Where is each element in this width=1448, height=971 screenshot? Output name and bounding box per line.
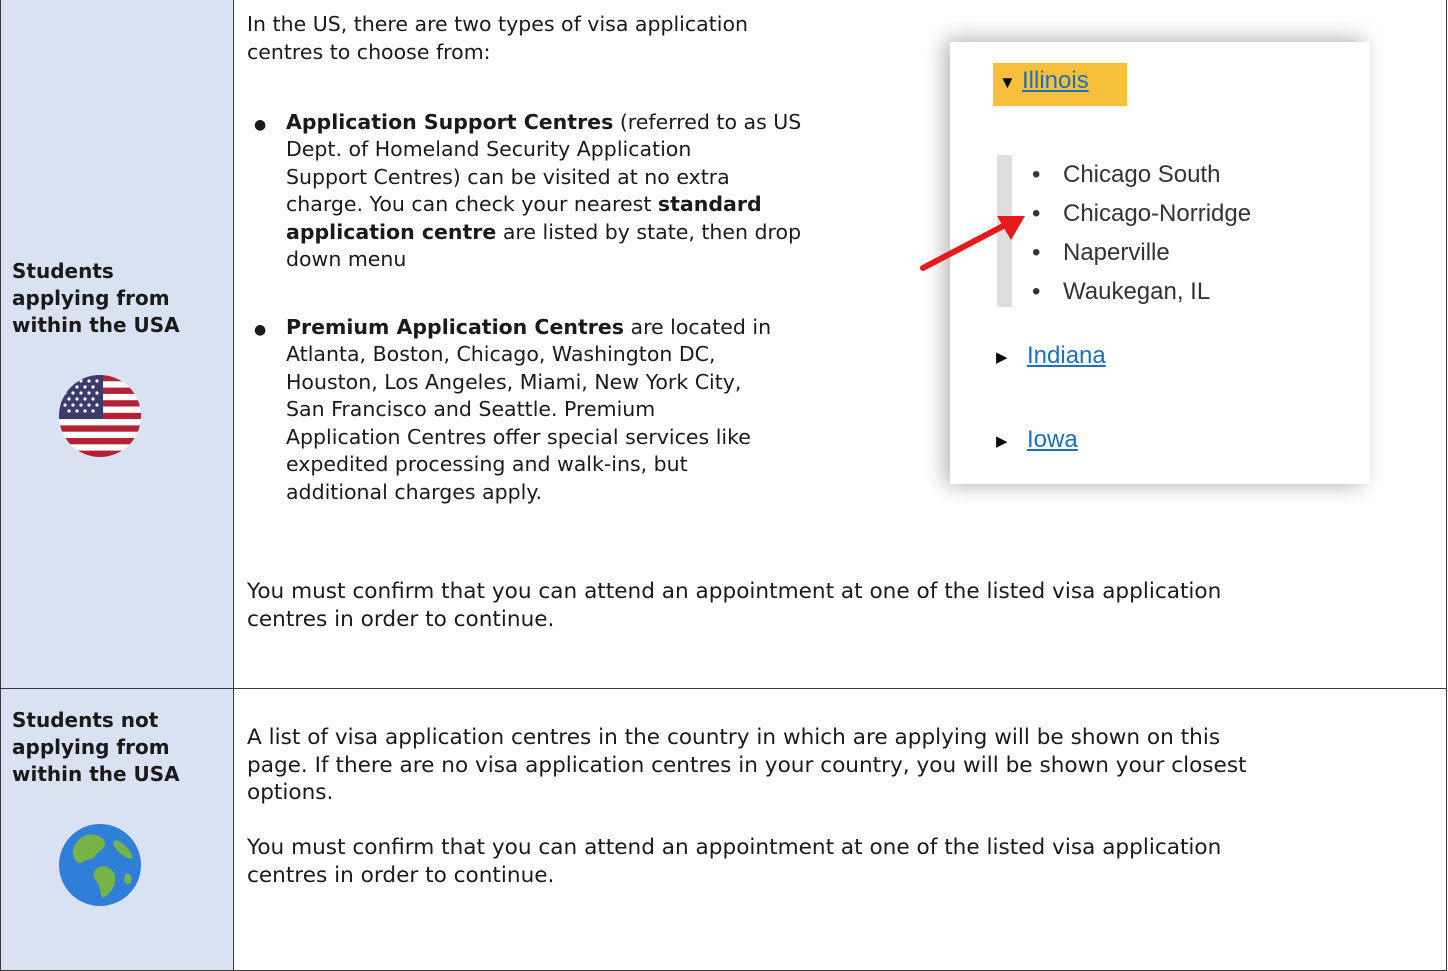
row-content-non-usa: A list of visa application centres in th… (233, 688, 1447, 971)
bullet1-bold-centre: application centre (286, 220, 497, 244)
label-line: applying from (12, 735, 170, 759)
para-line: A list of visa application centres in th… (247, 725, 1221, 750)
intro-line: centres to choose from: (247, 40, 491, 64)
bullet1-rest: (referred to as US (613, 110, 802, 134)
confirm-line: centres in order to continue. (247, 607, 555, 632)
centre-item: Chicago-Norridge (1032, 194, 1251, 233)
us-flag-icon (59, 375, 141, 457)
triangle-right-icon: ▶ (996, 433, 1008, 450)
label-line: Students not (12, 708, 159, 732)
bullet2-line: Atlanta, Boston, Chicago, Washington DC, (286, 342, 716, 366)
bullet2-first-line: Premium Application Centres are located … (286, 314, 771, 341)
centre-item: Waukegan, IL (1032, 272, 1251, 311)
bullet2-line: additional charges apply. (286, 480, 543, 504)
triangle-right-icon: ▶ (996, 349, 1008, 366)
centre-item: Naperville (1032, 233, 1251, 272)
iowa-link[interactable]: Iowa (1027, 426, 1078, 454)
bullet1-first-line: Application Support Centres (referred to… (286, 109, 801, 136)
bullet2-line: expedited processing and walk-ins, but (286, 452, 688, 476)
confirm-line: You must confirm that you can attend an … (247, 835, 1222, 860)
bullet1-line: charge. You can check your nearest (286, 192, 658, 216)
confirm-line: centres in order to continue. (247, 863, 555, 888)
row-label-non-usa: Students not applying from within the US… (0, 688, 234, 971)
bullet1-line: Support Centres) can be visited at no ex… (286, 165, 730, 189)
label-line: within the USA (12, 762, 180, 786)
bullet1-bold-standard: standard (657, 192, 762, 216)
label-line: within the USA (12, 313, 180, 337)
centre-item: Chicago South (1032, 155, 1251, 194)
illinois-link[interactable]: Illinois (1022, 67, 1089, 95)
triangle-down-icon: ▼ (999, 73, 1016, 92)
confirm-line: You must confirm that you can attend an … (247, 579, 1222, 604)
bullet1-bold: Application Support Centres (286, 110, 614, 134)
bullet-marker: ● (254, 322, 267, 338)
label-line: Students (12, 259, 114, 283)
intro-line: In the US, there are two types of visa a… (247, 12, 748, 36)
bullet1-line-5: application centre are listed by state, … (286, 219, 801, 246)
row-label-usa: Students applying from within the USA (0, 0, 234, 689)
para-line: page. If there are no visa application c… (247, 753, 1247, 778)
bullet2-line: Houston, Los Angeles, Miami, New York Ci… (286, 370, 742, 394)
red-arrow-icon (920, 216, 1025, 271)
centre-list: Chicago South Chicago-Norridge Napervill… (1032, 155, 1251, 311)
bullet1-line: Dept. of Homeland Security Application (286, 137, 692, 161)
para-line: options. (247, 780, 334, 805)
bullet2-rest: are located in (623, 315, 772, 339)
indiana-link[interactable]: Indiana (1027, 342, 1106, 370)
bullet1-line-4: charge. You can check your nearest stand… (286, 191, 762, 218)
label-line: applying from (12, 286, 170, 310)
globe-icon (59, 824, 141, 906)
bullet1-tail: are listed by state, then drop (496, 220, 802, 244)
bullet2-line: San Francisco and Seattle. Premium (286, 397, 656, 421)
bullet1-last: down menu (286, 247, 407, 271)
bullet2-line: Application Centres offer special servic… (286, 425, 751, 449)
bullet2-bold: Premium Application Centres (286, 315, 624, 339)
bullet-marker: ● (254, 117, 267, 133)
